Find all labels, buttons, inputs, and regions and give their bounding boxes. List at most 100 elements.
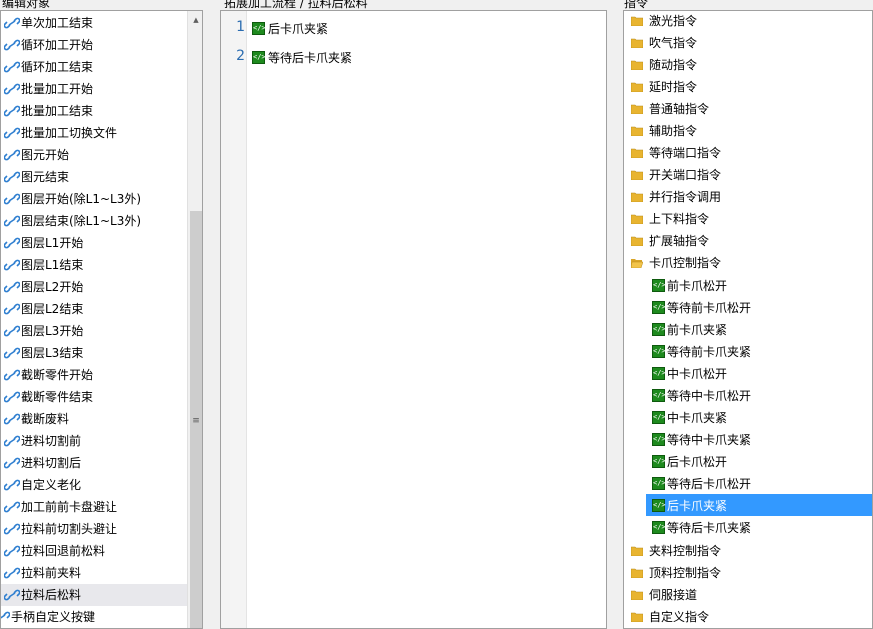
process-step-label: 等待后卡爪夹紧	[268, 49, 352, 66]
link-icon	[4, 456, 20, 470]
process-editor[interactable]: 1</>后卡爪夹紧2</>等待后卡爪夹紧	[220, 10, 607, 629]
edit-object-item[interactable]: 加工前前卡盘避让	[1, 496, 187, 518]
command-item[interactable]: </>等待中卡爪松开	[646, 384, 872, 406]
edit-object-item[interactable]: 图元结束	[1, 166, 187, 188]
command-item[interactable]: </>等待后卡爪夹紧	[646, 516, 872, 538]
edit-object-item[interactable]: 图元开始	[1, 144, 187, 166]
edit-object-item[interactable]: 进料切割前	[1, 430, 187, 452]
edit-object-item[interactable]: 自定义老化	[1, 474, 187, 496]
code-command-icon: </>	[652, 499, 665, 512]
edit-object-label: 自定义老化	[21, 474, 81, 496]
command-folder-label: 顶料控制指令	[649, 562, 721, 584]
command-folder[interactable]: 伺服接道	[624, 584, 873, 606]
edit-object-item[interactable]: 循环加工结束	[1, 56, 187, 78]
edit-object-label: 循环加工开始	[21, 34, 93, 56]
edit-object-item[interactable]: 截断零件结束	[1, 386, 187, 408]
edit-object-item[interactable]: 批量加工结束	[1, 100, 187, 122]
command-tree[interactable]: 激光指令吹气指令随动指令延时指令普通轴指令辅助指令等待端口指令开关端口指令并行指…	[623, 10, 873, 629]
edit-object-item[interactable]: 图层开始(除L1~L3外)	[1, 188, 187, 210]
command-folder[interactable]: 辅助指令	[624, 120, 873, 142]
command-folder[interactable]: 上下料指令	[624, 208, 873, 230]
command-item[interactable]: </>等待后卡爪松开	[646, 472, 872, 494]
command-item[interactable]: </>等待前卡爪松开	[646, 296, 872, 318]
command-folder[interactable]: 顶料控制指令	[624, 562, 873, 584]
command-folder[interactable]: 吹气指令	[624, 32, 873, 54]
edit-object-item[interactable]: 单次加工结束	[1, 12, 187, 34]
command-item-label: 等待后卡爪松开	[667, 475, 751, 492]
command-folder[interactable]: 自定义指令	[624, 606, 873, 628]
command-folder[interactable]: 夹料控制指令	[624, 540, 873, 562]
command-folder-label: 夹料控制指令	[649, 540, 721, 562]
edit-object-item[interactable]: 循环加工开始	[1, 34, 187, 56]
link-icon	[4, 522, 20, 536]
edit-object-label: 图层L2开始	[21, 276, 83, 298]
link-icon	[4, 148, 20, 162]
link-icon	[4, 60, 20, 74]
command-folder-label: 吹气指令	[649, 32, 697, 54]
edit-object-item[interactable]: 图层L3开始	[1, 320, 187, 342]
command-folder[interactable]: 普通轴指令	[624, 98, 873, 120]
command-folder[interactable]: 扩展轴指令	[624, 230, 873, 252]
edit-object-label: 单次加工结束	[21, 12, 93, 34]
scroll-thumb[interactable]: ≡	[190, 211, 202, 629]
command-item[interactable]: </>前卡爪夹紧	[646, 318, 872, 340]
code-command-icon: </>	[652, 323, 665, 336]
command-item[interactable]: </>前卡爪松开	[646, 274, 872, 296]
edit-object-label: 图层L1开始	[21, 232, 83, 254]
edit-object-item[interactable]: 图层结束(除L1~L3外)	[1, 210, 187, 232]
edit-object-item[interactable]: 图层L3结束	[1, 342, 187, 364]
command-folder[interactable]: 随动指令	[624, 54, 873, 76]
command-folder[interactable]: 等待端口指令	[624, 142, 873, 164]
edit-object-item[interactable]: 拉料前夹料	[1, 562, 187, 584]
command-item[interactable]: </>中卡爪夹紧	[646, 406, 872, 428]
code-command-icon: </>	[652, 433, 665, 446]
edit-object-label: 拉料前切割头避让	[21, 518, 117, 540]
command-item-label: 中卡爪夹紧	[667, 409, 727, 426]
command-folder[interactable]: 开关端口指令	[624, 164, 873, 186]
link-icon	[4, 324, 20, 338]
edit-object-item[interactable]: 图层L2开始	[1, 276, 187, 298]
edit-object-item[interactable]: 手柄自定义按键	[0, 606, 95, 628]
command-item[interactable]: </>后卡爪夹紧	[646, 494, 872, 516]
edit-object-item[interactable]: 批量加工切换文件	[1, 122, 187, 144]
command-folder[interactable]: 卡爪控制指令	[624, 252, 873, 274]
edit-object-label: 拉料后松料	[21, 584, 81, 606]
command-item-label: 等待后卡爪夹紧	[667, 519, 751, 536]
edit-object-item[interactable]: 图层L1开始	[1, 232, 187, 254]
process-step-label: 后卡爪夹紧	[268, 20, 328, 37]
edit-object-item[interactable]: 进料切割后	[1, 452, 187, 474]
edit-object-item[interactable]: 图层L1结束	[1, 254, 187, 276]
command-item[interactable]: </>等待前卡爪夹紧	[646, 340, 872, 362]
edit-object-title: 编辑对象	[0, 0, 52, 10]
edit-object-tree[interactable]: 单次加工结束循环加工开始循环加工结束批量加工开始批量加工结束批量加工切换文件图元…	[0, 10, 203, 629]
edit-object-label: 图元开始	[21, 144, 69, 166]
folder-icon	[631, 170, 643, 180]
edit-object-item[interactable]: 拉料回退前松料	[1, 540, 187, 562]
command-item-label: 前卡爪夹紧	[667, 321, 727, 338]
edit-object-label: 图层L1结束	[21, 254, 83, 276]
command-folder-label: 辅助指令	[649, 120, 697, 142]
edit-object-item[interactable]: 拉料前切割头避让	[1, 518, 187, 540]
command-folder[interactable]: 延时指令	[624, 76, 873, 98]
process-step[interactable]: </>后卡爪夹紧	[252, 19, 328, 37]
link-icon	[4, 500, 20, 514]
process-step[interactable]: </>等待后卡爪夹紧	[252, 48, 352, 66]
command-item-label: 后卡爪松开	[667, 453, 727, 470]
edit-object-item[interactable]: 拉料后松料	[1, 584, 187, 606]
edit-object-item[interactable]: 批量加工开始	[1, 78, 187, 100]
edit-object-item[interactable]: 截断零件开始	[1, 364, 187, 386]
folder-icon	[631, 82, 643, 92]
edit-object-label: 循环加工结束	[21, 56, 93, 78]
folder-icon	[631, 612, 643, 622]
link-icon	[4, 38, 20, 52]
command-folder[interactable]: 激光指令	[624, 10, 873, 32]
command-item[interactable]: </>后卡爪松开	[646, 450, 872, 472]
command-item[interactable]: </>等待中卡爪夹紧	[646, 428, 872, 450]
command-item[interactable]: </>中卡爪松开	[646, 362, 872, 384]
scroll-up-arrow[interactable]: ▲	[188, 11, 203, 28]
edit-object-item[interactable]: 截断废料	[1, 408, 187, 430]
left-vertical-scrollbar[interactable]: ▲ ≡	[187, 11, 203, 628]
command-folder[interactable]: 并行指令调用	[624, 186, 873, 208]
edit-object-label: 图元结束	[21, 166, 69, 188]
edit-object-item[interactable]: 图层L2结束	[1, 298, 187, 320]
